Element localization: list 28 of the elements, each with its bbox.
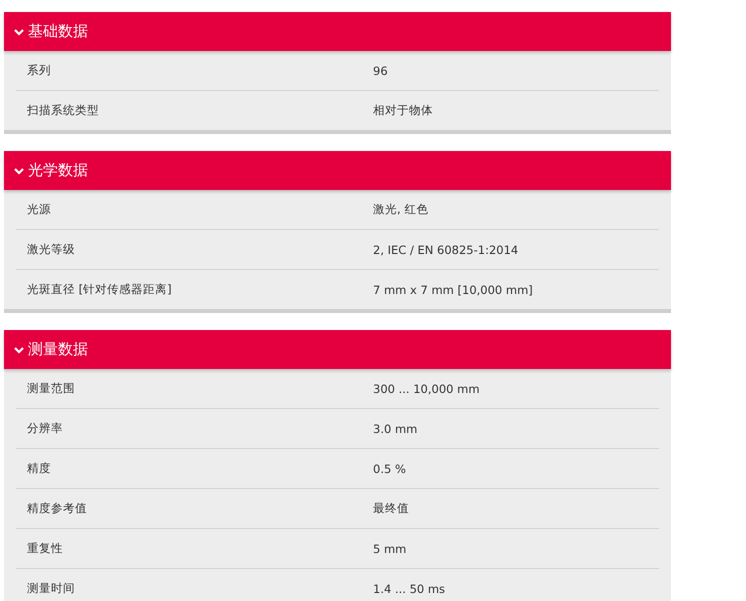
row-label: 光斑直径 [针对传感器距离]	[26, 282, 173, 297]
row-label: 精度参考值	[26, 501, 88, 516]
row-label: 测量时间	[26, 581, 76, 596]
row-label: 精度	[26, 461, 52, 476]
chevron-icon	[14, 166, 24, 174]
row-label: 分辨率	[26, 421, 64, 436]
row-value: 3.0 mm	[373, 422, 418, 436]
row-label: 扫描系统类型	[26, 103, 100, 118]
section-header[interactable]: 基础数据	[4, 12, 671, 51]
row-value: 7 mm x 7 mm [10,000 mm]	[373, 282, 533, 296]
row-label: 光源	[26, 202, 52, 217]
row-label: 激光等级	[26, 242, 76, 257]
row-value: 激光, 红色	[373, 202, 428, 217]
row-value: 5 mm	[373, 542, 406, 556]
row-value: 96	[373, 64, 388, 78]
row-label: 测量范围	[26, 381, 76, 396]
row-label: 重复性	[26, 541, 64, 556]
row-value: 最终值	[373, 501, 409, 516]
row-label: 系列	[26, 63, 52, 78]
section-header[interactable]: 光学数据	[4, 151, 671, 190]
row-value: 相对于物体	[373, 103, 433, 118]
chevron-icon	[14, 28, 24, 36]
row-value: 1.4 ... 50 ms	[373, 582, 446, 596]
section-header[interactable]: 测量数据	[4, 330, 671, 369]
row-value: 300 ... 10,000 mm	[373, 382, 480, 396]
row-value: 2, IEC / EN 60825-1:2014	[373, 242, 518, 256]
chevron-icon	[14, 346, 24, 354]
row-value: 0.5 %	[373, 462, 406, 476]
